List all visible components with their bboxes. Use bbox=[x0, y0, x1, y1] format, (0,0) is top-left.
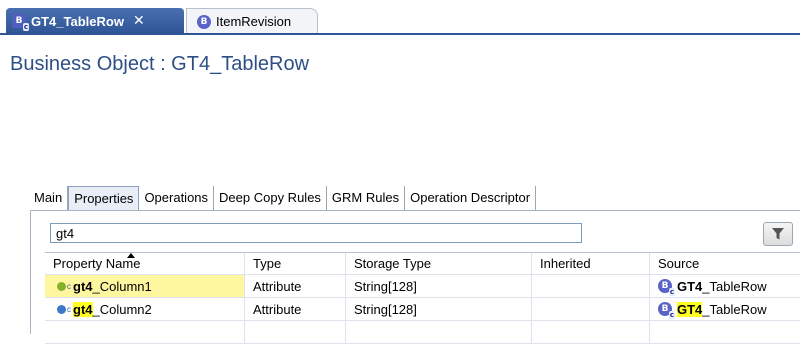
source-cell: Bc GT4 _TableRow bbox=[650, 275, 800, 297]
source-rest: _TableRow bbox=[702, 301, 767, 317]
tab-strip-divider bbox=[0, 33, 800, 35]
storage-type-cell: String[128] bbox=[346, 298, 532, 320]
table-header: Property Name Type Storage Type Inherite… bbox=[45, 253, 800, 275]
type-cell: Attribute bbox=[245, 298, 346, 320]
type-cell: Attribute bbox=[245, 275, 346, 297]
business-object-icon: Bc bbox=[12, 14, 29, 31]
table-row[interactable]: c gt4 _Column2 Attribute String[128] Bc G… bbox=[45, 298, 800, 321]
property-name-cell: c gt4 _Column1 bbox=[45, 275, 245, 297]
business-object-icon: B bbox=[197, 14, 211, 29]
page-title: Business Object : GT4_TableRow bbox=[10, 53, 310, 75]
editor-tab-gt4-tablerow[interactable]: Bc GT4_TableRow ✕ bbox=[6, 8, 184, 34]
source-match: GT4 bbox=[677, 278, 703, 294]
sort-arrow-icon bbox=[127, 253, 136, 258]
source-rest: _TableRow bbox=[702, 278, 767, 294]
tab-main[interactable]: Main bbox=[30, 186, 69, 210]
editor-tab-label: GT4_TableRow bbox=[31, 13, 124, 29]
property-icon bbox=[57, 304, 66, 314]
editor-tab-itemrevision[interactable]: B ItemRevision bbox=[186, 8, 318, 34]
inherited-cell bbox=[532, 275, 650, 297]
editor-tab-label: ItemRevision bbox=[216, 14, 292, 29]
tab-deep-copy-rules[interactable]: Deep Copy Rules bbox=[214, 186, 327, 210]
property-icon bbox=[57, 281, 66, 291]
column-header-storage-type[interactable]: Storage Type bbox=[346, 253, 532, 274]
property-tabs: Main Properties Operations Deep Copy Rul… bbox=[30, 186, 537, 210]
filter-icon bbox=[772, 228, 784, 240]
property-filter-input[interactable] bbox=[50, 223, 582, 243]
property-name-match: gt4 bbox=[73, 278, 93, 294]
inherited-cell bbox=[532, 298, 650, 320]
tab-grm-rules[interactable]: GRM Rules bbox=[326, 186, 406, 210]
filter-button[interactable] bbox=[763, 222, 793, 246]
property-name-match: gt4 bbox=[73, 301, 93, 317]
column-header-type[interactable]: Type bbox=[245, 253, 346, 274]
editor-tab-strip: Bc GT4_TableRow ✕ B ItemRevision bbox=[0, 0, 800, 35]
close-icon[interactable]: ✕ bbox=[133, 13, 145, 29]
tab-operation-descriptor[interactable]: Operation Descriptor bbox=[405, 186, 537, 210]
source-match: GT4 bbox=[677, 301, 703, 317]
column-header-source[interactable]: Source bbox=[650, 253, 800, 274]
business-object-icon: Bc bbox=[658, 302, 675, 319]
table-row-empty bbox=[45, 321, 800, 344]
column-header-property-name[interactable]: Property Name bbox=[45, 253, 245, 274]
property-name-rest: _Column1 bbox=[92, 278, 152, 294]
source-cell: Bc GT4 _TableRow bbox=[650, 298, 800, 320]
storage-type-cell: String[128] bbox=[346, 275, 532, 297]
property-name-cell: c gt4 _Column2 bbox=[45, 298, 245, 320]
property-name-rest: _Column2 bbox=[92, 301, 152, 317]
properties-table: Property Name Type Storage Type Inherite… bbox=[45, 252, 800, 344]
tab-operations[interactable]: Operations bbox=[139, 186, 215, 210]
table-row[interactable]: c gt4 _Column1 Attribute String[128] Bc G… bbox=[45, 275, 800, 298]
column-header-inherited[interactable]: Inherited bbox=[532, 253, 650, 274]
tab-properties[interactable]: Properties bbox=[68, 186, 140, 210]
business-object-icon: Bc bbox=[658, 279, 675, 296]
